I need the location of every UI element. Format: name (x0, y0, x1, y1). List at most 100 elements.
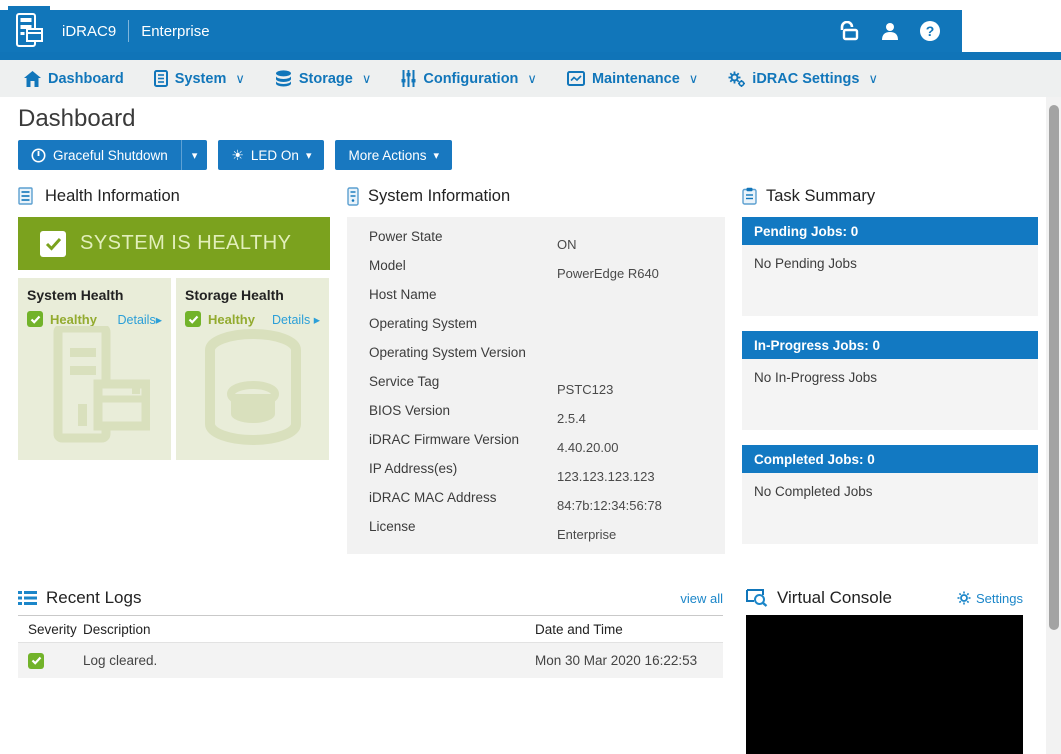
panel-title: Recent Logs (46, 588, 141, 608)
storage-health-card: Storage Health Healthy Details ▸ (176, 278, 329, 460)
view-all-link[interactable]: view all (680, 591, 723, 606)
server-watermark-icon (18, 326, 171, 446)
help-icon[interactable]: ? (920, 21, 940, 41)
info-row: iDRAC Firmware Version4.40.20.00 (347, 428, 725, 457)
panel-title: Task Summary (766, 187, 875, 206)
home-icon (24, 71, 41, 87)
panel-title: Health Information (45, 187, 180, 206)
info-row: iDRAC MAC Address84:7b:12:34:56:78 (347, 486, 725, 515)
log-row[interactable]: Log cleared. Mon 30 Mar 2020 16:22:53 (18, 643, 723, 678)
completed-jobs-header[interactable]: Completed Jobs: 0 (742, 445, 1038, 473)
virtual-console-screen[interactable] (746, 615, 1023, 754)
system-icon (154, 70, 168, 87)
gears-icon (728, 71, 745, 87)
health-status: Healthy (208, 312, 266, 327)
nav-item-maintenance[interactable]: Maintenance ∨ (567, 71, 698, 87)
nav-label: Storage (299, 71, 353, 87)
chevron-down-icon: ∨ (527, 71, 537, 87)
system-information-panel: System Information Power StateON ModelPo… (347, 184, 725, 559)
nav-label: Maintenance (592, 71, 680, 87)
user-icon[interactable] (880, 21, 900, 41)
more-actions-button[interactable]: More Actions ▾ (335, 140, 452, 170)
nav-label: Configuration (423, 71, 518, 87)
graceful-shutdown-split-button: Graceful Shutdown ▾ (18, 140, 207, 170)
led-on-button[interactable]: ☀ LED On ▾ (218, 140, 324, 170)
column-severity: Severity (18, 622, 66, 637)
virtual-console-panel: Virtual Console Settings (746, 585, 1023, 754)
caret-down-icon: ▾ (192, 149, 198, 162)
nav-label: Dashboard (48, 71, 124, 87)
chevron-down-icon: ∨ (689, 71, 699, 87)
nav-item-system[interactable]: System ∨ (154, 70, 245, 87)
healthy-check-icon (185, 311, 201, 327)
logs-table: Severity Description Date and Time Log c… (18, 615, 723, 678)
graceful-shutdown-button[interactable]: Graceful Shutdown (18, 140, 182, 170)
sun-icon: ☀ (231, 147, 244, 164)
page-title: Dashboard (18, 105, 1046, 133)
recent-logs-panel: Recent Logs view all Severity Descriptio… (18, 585, 723, 754)
dashboard-toolbar: Graceful Shutdown ▾ ☀ LED On ▾ More Acti… (18, 140, 1046, 170)
brand-divider (128, 20, 129, 42)
health-information-icon (18, 187, 36, 205)
scrollbar-thumb[interactable] (1049, 105, 1059, 630)
in-progress-jobs-body: No In-Progress Jobs (742, 359, 1038, 430)
column-description: Description (66, 622, 535, 637)
in-progress-jobs-header[interactable]: In-Progress Jobs: 0 (742, 331, 1038, 359)
chevron-down-icon: ∨ (235, 71, 245, 87)
pending-jobs-header[interactable]: Pending Jobs: 0 (742, 217, 1038, 245)
power-icon (31, 148, 46, 163)
nav-label: iDRAC Settings (752, 71, 859, 87)
settings-label: Settings (976, 591, 1023, 606)
info-row: Operating System (347, 312, 725, 341)
healthy-check-icon (27, 311, 43, 327)
info-row: LicenseEnterprise (347, 515, 725, 544)
nav-label: System (175, 71, 227, 87)
console-settings-link[interactable]: Settings (957, 591, 1023, 606)
product-name: iDRAC9 (62, 23, 116, 40)
storage-icon (275, 70, 292, 87)
system-health-details-link[interactable]: Details▸ (118, 312, 163, 327)
edition-name: Enterprise (141, 23, 209, 40)
idrac-logo (8, 6, 50, 56)
lock-open-icon[interactable] (838, 21, 860, 41)
sliders-icon (401, 70, 416, 87)
button-label: Graceful Shutdown (53, 148, 168, 163)
storage-health-details-link[interactable]: Details ▸ (272, 312, 320, 327)
info-row: BIOS Version2.5.4 (347, 399, 725, 428)
health-status: Healthy (50, 312, 112, 327)
card-title: Storage Health (185, 287, 320, 303)
system-information-list: Power StateON ModelPowerEdge R640 Host N… (347, 217, 725, 554)
task-summary-icon (742, 187, 757, 205)
server-logo-icon (14, 12, 44, 50)
system-information-icon (347, 187, 359, 206)
button-label: LED On (251, 148, 299, 163)
caret-down-icon: ▾ (306, 149, 312, 162)
log-description: Log cleared. (66, 653, 535, 668)
pending-jobs-body: No Pending Jobs (742, 245, 1038, 316)
pending-jobs-section: Pending Jobs: 0 No Pending Jobs (742, 217, 1038, 316)
completed-jobs-section: Completed Jobs: 0 No Completed Jobs (742, 445, 1038, 544)
card-title: System Health (27, 287, 162, 303)
task-summary-panel: Task Summary Pending Jobs: 0 No Pending … (742, 184, 1038, 559)
nav-item-storage[interactable]: Storage ∨ (275, 70, 372, 87)
nav-item-configuration[interactable]: Configuration ∨ (401, 70, 537, 87)
topbar-accent-strip (0, 52, 1061, 60)
info-row: Service TagPSTC123 (347, 370, 725, 399)
recent-logs-icon (18, 590, 37, 606)
logs-table-header: Severity Description Date and Time (18, 616, 723, 643)
info-row: ModelPowerEdge R640 (347, 254, 725, 283)
info-row: Power StateON (347, 225, 725, 254)
nav-item-idrac-settings[interactable]: iDRAC Settings ∨ (728, 71, 878, 87)
graceful-shutdown-dropdown-button[interactable]: ▾ (182, 140, 208, 170)
nav-item-dashboard[interactable]: Dashboard (24, 71, 124, 87)
log-datetime: Mon 30 Mar 2020 16:22:53 (535, 653, 723, 668)
info-row: Operating System Version (347, 341, 725, 370)
in-progress-jobs-section: In-Progress Jobs: 0 No In-Progress Jobs (742, 331, 1038, 430)
info-row: Host Name (347, 283, 725, 312)
chevron-down-icon: ∨ (362, 71, 372, 87)
top-app-bar: iDRAC9 Enterprise ? (0, 10, 962, 52)
health-information-panel: Health Information SYSTEM IS HEALTHY Sys… (18, 184, 330, 559)
panel-title: Virtual Console (777, 588, 892, 608)
severity-ok-icon (28, 653, 44, 669)
panel-title: System Information (368, 187, 510, 206)
